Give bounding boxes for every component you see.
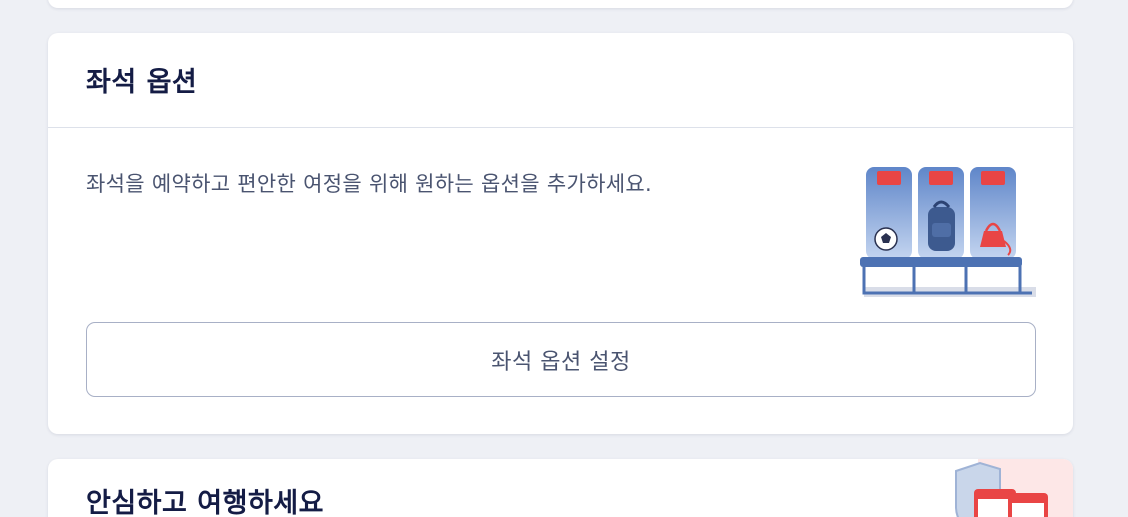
travel-insurance-illustration bbox=[955, 459, 1073, 517]
seat-right bbox=[970, 167, 1016, 259]
seat-options-title: 좌석 옵션 bbox=[86, 67, 198, 98]
previous-card bbox=[48, 0, 1073, 8]
seat-options-description: 좌석을 예약하고 편안한 여정을 위해 원하는 옵션을 추가하세요. bbox=[86, 172, 652, 196]
travel-safe-card: 안심하고 여행하세요 bbox=[48, 459, 1073, 517]
seat-options-header: 좌석 옵션 bbox=[48, 33, 1073, 128]
seat-options-settings-button[interactable]: 좌석 옵션 설정 bbox=[86, 322, 1036, 397]
seat-options-card: 좌석 옵션 좌석을 예약하고 편안한 여정을 위해 원하는 옵션을 추가하세요. bbox=[48, 33, 1073, 434]
seat-left bbox=[866, 167, 912, 259]
travel-safe-title: 안심하고 여행하세요 bbox=[86, 488, 324, 517]
airplane-seats-illustration bbox=[860, 167, 1036, 297]
seat-middle bbox=[918, 167, 964, 259]
